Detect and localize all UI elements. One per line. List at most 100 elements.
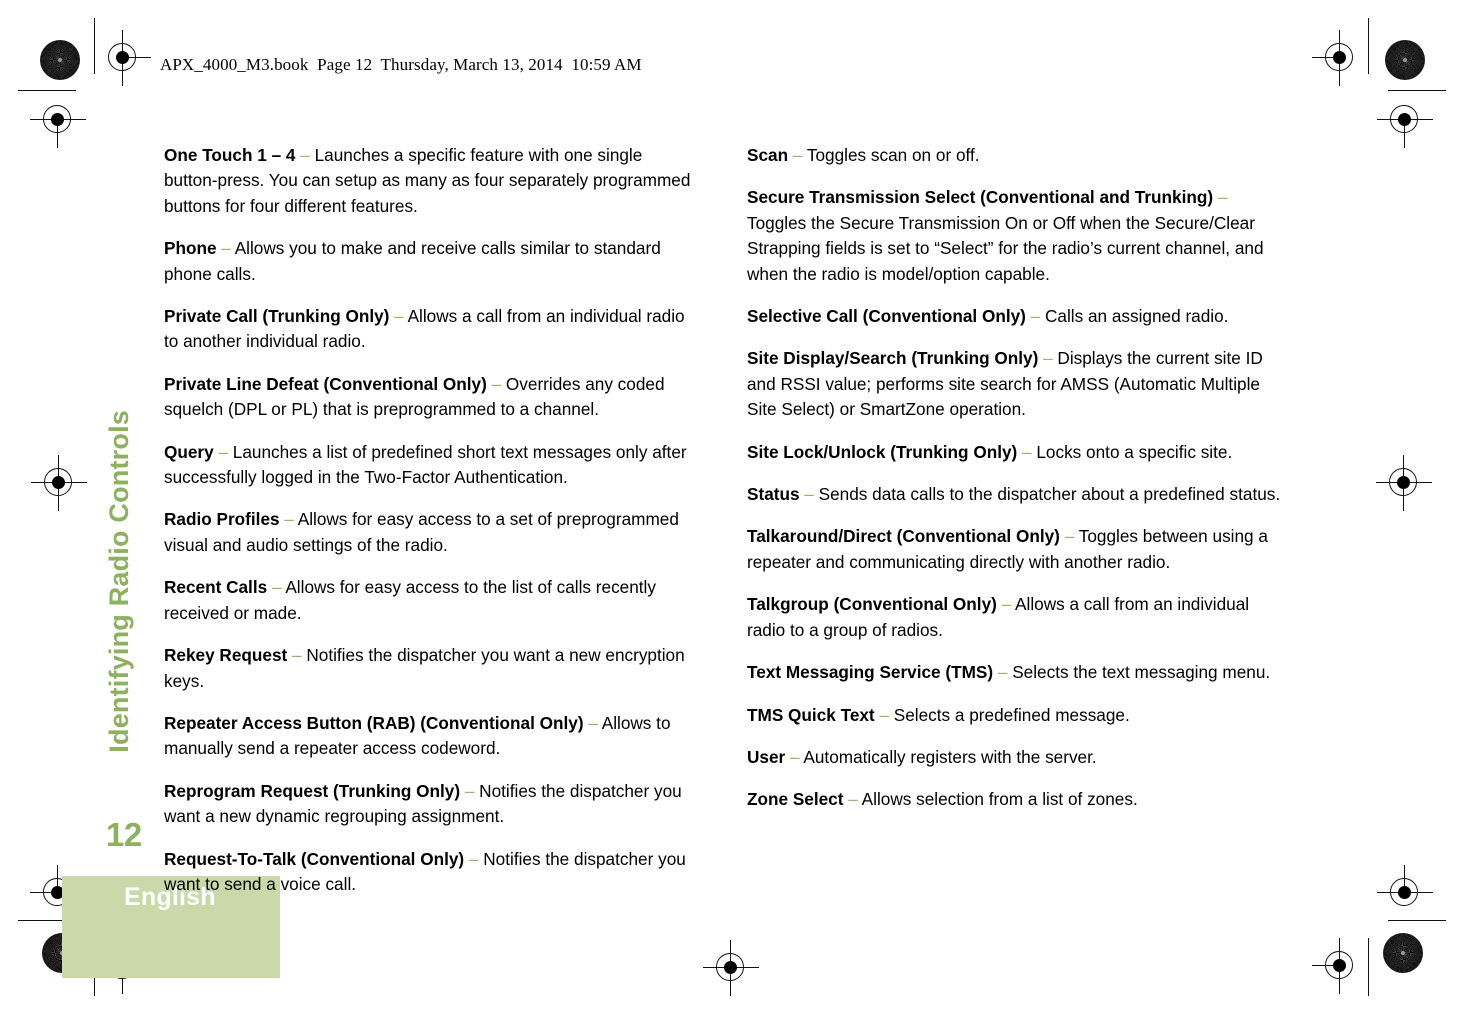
- definition-entry: Request-To-Talk (Conventional Only) – No…: [164, 847, 700, 898]
- registration-crosshair-icon: [1377, 92, 1433, 148]
- definition-entry: Site Display/Search (Trunking Only) – Di…: [747, 346, 1283, 422]
- definition-entry: Query – Launches a list of predefined sh…: [164, 440, 700, 491]
- definition-dash: –: [486, 373, 506, 394]
- definition-entry: Rekey Request – Notifies the dispatcher …: [164, 643, 700, 694]
- definition-term: Recent Calls: [164, 577, 268, 598]
- registration-crosshair-icon: [1312, 938, 1368, 994]
- definition-dash: –: [216, 238, 235, 259]
- registration-crosshair-icon: [703, 940, 759, 996]
- definition-dash: –: [1038, 348, 1058, 369]
- book-file-header: APX_4000_M3.book Page 12 Thursday, March…: [160, 55, 642, 74]
- definition-entry: Text Messaging Service (TMS) – Selects t…: [747, 660, 1283, 685]
- definition-text: Allows you to make and receive calls sim…: [164, 238, 661, 284]
- density-starburst-icon: [1385, 40, 1425, 80]
- document-page: APX_4000_M3.book Page 12 Thursday, March…: [0, 0, 1462, 1013]
- definition-dash: –: [788, 145, 807, 165]
- definition-term: Status: [747, 484, 800, 505]
- definition-text: Allows selection from a list of zones.: [861, 789, 1138, 810]
- crop-rule: [1388, 920, 1446, 922]
- definition-dash: –: [464, 848, 484, 869]
- definition-dash: –: [287, 645, 307, 666]
- definition-text: Launches a list of predefined short text…: [164, 441, 687, 488]
- definition-entry: Reprogram Request (Trunking Only) – Noti…: [164, 779, 700, 830]
- definition-text: Locks onto a specific site.: [1036, 441, 1233, 462]
- chapter-title: Identifying Radio Controls: [104, 410, 134, 753]
- definition-entry: Zone Select – Allows selection from a li…: [747, 787, 1283, 812]
- definition-entry: Private Line Defeat (Conventional Only) …: [164, 372, 700, 423]
- definition-dash: –: [1025, 306, 1045, 327]
- definition-dash: –: [843, 789, 862, 810]
- definition-entry: Repeater Access Button (RAB) (Convention…: [164, 711, 700, 762]
- definition-text: Selects a predefined message.: [893, 704, 1130, 725]
- definition-term: Scan: [747, 145, 789, 165]
- definition-text: Automatically registers with the server.: [803, 746, 1097, 767]
- definition-text: Toggles scan on or off.: [806, 145, 980, 165]
- registration-crosshair-icon: [1377, 865, 1433, 921]
- registration-crosshair-icon: [30, 92, 86, 148]
- definition-term: Zone Select: [747, 789, 844, 810]
- definition-entry: Selective Call (Conventional Only) – Cal…: [747, 304, 1283, 329]
- definition-term: Secure Transmission Select (Conventional…: [747, 187, 1214, 208]
- definition-term: Site Lock/Unlock (Trunking Only): [747, 441, 1018, 462]
- definition-term: Request-To-Talk (Conventional Only): [164, 848, 465, 869]
- definition-term: Talkgroup (Conventional Only): [747, 594, 997, 615]
- definition-entry: Secure Transmission Select (Conventional…: [747, 185, 1283, 287]
- definition-term: Rekey Request: [164, 645, 288, 666]
- density-starburst-icon: [1383, 933, 1423, 973]
- crop-rule: [1368, 18, 1370, 74]
- definition-term: Private Call (Trunking Only): [164, 306, 390, 327]
- registration-crosshair-icon: [31, 455, 87, 511]
- definition-entry: One Touch 1 – 4 – Launches a specific fe…: [164, 143, 700, 219]
- definition-term: Private Line Defeat (Conventional Only): [164, 373, 487, 394]
- definition-dash: –: [279, 509, 298, 530]
- definition-entry: Phone – Allows you to make and receive c…: [164, 236, 700, 287]
- definition-text: Selects the text messaging menu.: [1012, 662, 1271, 683]
- definition-dash: –: [213, 441, 233, 462]
- definition-term: Radio Profiles: [164, 509, 280, 530]
- definition-term: One Touch 1 – 4: [164, 145, 296, 165]
- definition-entry: Talkgroup (Conventional Only) – Allows a…: [747, 592, 1283, 643]
- definition-entry: User – Automatically registers with the …: [747, 745, 1283, 770]
- definition-dash: –: [583, 712, 602, 733]
- definition-entry: Private Call (Trunking Only) – Allows a …: [164, 304, 700, 355]
- definition-entry: Recent Calls – Allows for easy access to…: [164, 575, 700, 626]
- definition-entry: Site Lock/Unlock (Trunking Only) – Locks…: [747, 440, 1283, 465]
- definition-dash: –: [799, 484, 819, 505]
- definition-term: Query: [164, 441, 214, 462]
- registration-crosshair-icon: [1376, 455, 1432, 511]
- chapter-tab: Identifying Radio Controls: [104, 410, 144, 840]
- definition-text: Toggles the Secure Transmission On or Of…: [747, 212, 1264, 284]
- definition-entry: Status – Sends data calls to the dispatc…: [747, 482, 1283, 507]
- definition-column-left: One Touch 1 – 4 – Launches a specific fe…: [164, 143, 700, 914]
- definition-entry: TMS Quick Text – Selects a predefined me…: [747, 703, 1283, 728]
- definition-text: Sends data calls to the dispatcher about…: [818, 484, 1281, 505]
- definition-dash: –: [1059, 526, 1079, 547]
- definition-dash: –: [996, 594, 1016, 615]
- definition-term: Selective Call (Conventional Only): [747, 306, 1026, 327]
- crop-rule: [1368, 938, 1370, 996]
- definition-term: Text Messaging Service (TMS): [747, 662, 994, 683]
- definition-dash: –: [460, 780, 480, 801]
- definition-dash: –: [874, 704, 894, 725]
- density-starburst-icon: [40, 40, 80, 80]
- definition-term: User: [747, 746, 786, 767]
- definition-term: Reprogram Request (Trunking Only): [164, 780, 461, 801]
- definition-entry: Scan – Toggles scan on or off.: [747, 143, 1283, 168]
- definition-term: Talkaround/Direct (Conventional Only): [747, 526, 1060, 547]
- definition-entry: Radio Profiles – Allows for easy access …: [164, 507, 700, 558]
- definition-dash: –: [267, 577, 286, 598]
- definition-text: Calls an assigned radio.: [1045, 306, 1229, 327]
- definition-dash: –: [993, 662, 1013, 683]
- definition-dash: –: [785, 746, 804, 767]
- definition-entry: Talkaround/Direct (Conventional Only) – …: [747, 524, 1283, 575]
- definition-term: TMS Quick Text: [747, 704, 875, 725]
- definition-term: Site Display/Search (Trunking Only): [747, 348, 1039, 369]
- definition-dash: –: [1017, 441, 1037, 462]
- registration-crosshair-icon: [1312, 30, 1368, 86]
- page-number: 12: [106, 816, 142, 853]
- definition-dash: –: [1213, 187, 1228, 208]
- definition-dash: –: [295, 145, 315, 165]
- definition-term: Phone: [164, 238, 217, 259]
- definition-term: Repeater Access Button (RAB) (Convention…: [164, 712, 584, 733]
- registration-crosshair-icon: [95, 30, 151, 86]
